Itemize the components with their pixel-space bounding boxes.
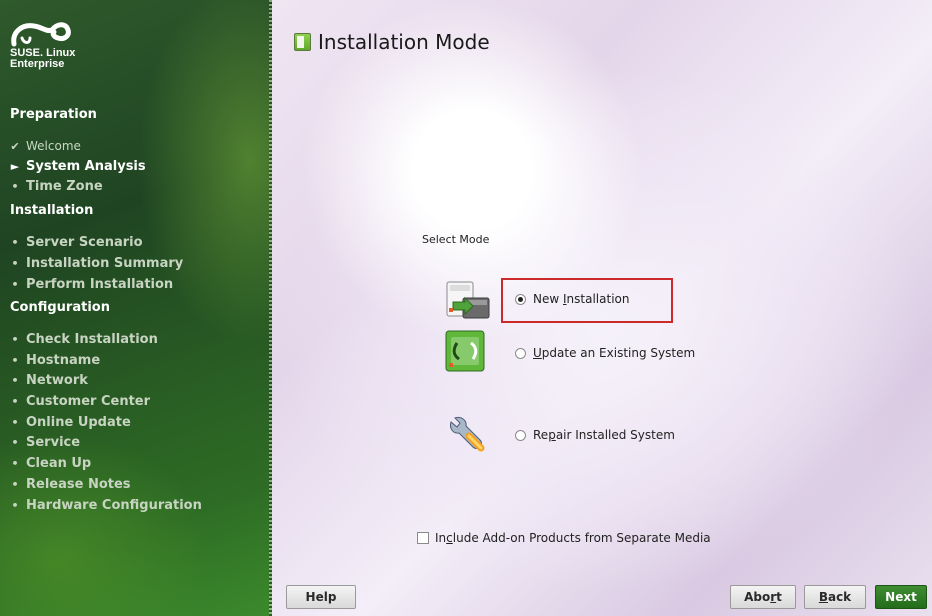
help-button[interactable]: Help bbox=[286, 585, 356, 609]
chameleon-icon bbox=[11, 22, 71, 47]
bullet-icon: • bbox=[11, 395, 19, 408]
update-system-radio[interactable] bbox=[515, 347, 526, 359]
step-perform-installation: • Perform Installation bbox=[10, 277, 173, 292]
option-repair-system[interactable]: Repair Installed System bbox=[515, 428, 675, 442]
step-label: Check Installation bbox=[26, 332, 158, 347]
update-system-icon bbox=[445, 330, 485, 372]
new-installation-label: New Installation bbox=[533, 292, 630, 306]
step-hostname: • Hostname bbox=[10, 353, 100, 368]
step-label: Hardware Configuration bbox=[26, 498, 202, 513]
step-installation-summary: • Installation Summary bbox=[10, 256, 183, 271]
option-update-system[interactable]: Update an Existing System bbox=[515, 346, 695, 360]
select-mode-label: Select Mode bbox=[422, 233, 490, 246]
step-label: Hostname bbox=[26, 353, 101, 368]
step-clean-up: • Clean Up bbox=[10, 456, 91, 471]
step-label: Clean Up bbox=[26, 456, 92, 471]
step-label: Customer Center bbox=[26, 394, 151, 409]
addon-products-checkbox[interactable] bbox=[417, 532, 429, 544]
step-server-scenario: • Server Scenario bbox=[10, 235, 143, 250]
bullet-icon: • bbox=[11, 236, 19, 249]
addon-products-checkbox-row[interactable]: Include Add-on Products from Separate Me… bbox=[417, 531, 711, 545]
brand-name: SUSE. Linux Enterprise bbox=[10, 47, 76, 70]
page-title: Installation Mode bbox=[318, 30, 490, 54]
step-label: Installation Summary bbox=[26, 256, 184, 271]
repair-system-radio[interactable] bbox=[515, 429, 526, 441]
checkmark-icon: ✔ bbox=[10, 139, 20, 153]
step-hardware-configuration: • Hardware Configuration bbox=[10, 498, 202, 513]
repair-system-label: Repair Installed System bbox=[533, 428, 675, 442]
step-time-zone: • Time Zone bbox=[10, 179, 103, 194]
addon-products-label: Include Add-on Products from Separate Me… bbox=[435, 531, 711, 545]
step-label: Time Zone bbox=[26, 179, 103, 194]
step-welcome: ✔ Welcome bbox=[10, 139, 81, 153]
current-arrow-icon: ► bbox=[10, 160, 20, 173]
step-network: • Network bbox=[10, 373, 88, 388]
bullet-icon: • bbox=[11, 354, 19, 367]
step-label: Service bbox=[26, 435, 81, 450]
step-check-installation: • Check Installation bbox=[10, 332, 158, 347]
new-installation-radio[interactable] bbox=[515, 293, 526, 305]
step-service: • Service bbox=[10, 435, 80, 450]
step-label: Network bbox=[26, 373, 88, 388]
section-title-preparation: Preparation bbox=[10, 107, 97, 122]
section-title-installation: Installation bbox=[10, 203, 94, 218]
back-button[interactable]: Back bbox=[804, 585, 866, 609]
step-label: Server Scenario bbox=[26, 235, 143, 250]
bullet-icon: • bbox=[11, 257, 19, 270]
sidebar: SUSE. Linux Enterprise Preparation ✔ Wel… bbox=[0, 0, 272, 616]
step-label: Online Update bbox=[26, 415, 131, 430]
new-installation-icon bbox=[446, 281, 490, 319]
installation-mode-title-icon bbox=[294, 33, 311, 51]
step-label: Perform Installation bbox=[26, 277, 174, 292]
bullet-icon: • bbox=[11, 478, 19, 491]
main-panel: Installation Mode Select Mode New Instal… bbox=[272, 0, 932, 616]
update-system-label: Update an Existing System bbox=[533, 346, 696, 360]
step-label: Welcome bbox=[26, 139, 81, 153]
abort-button[interactable]: Abo r t bbox=[730, 585, 796, 609]
bullet-icon: • bbox=[11, 333, 19, 346]
step-system-analysis: ► System Analysis bbox=[10, 159, 146, 174]
bullet-icon: • bbox=[11, 180, 19, 193]
bullet-icon: • bbox=[11, 374, 19, 387]
bullet-icon: • bbox=[11, 499, 19, 512]
section-title-configuration: Configuration bbox=[10, 300, 110, 315]
repair-system-icon bbox=[450, 417, 485, 452]
step-label: System Analysis bbox=[26, 159, 146, 174]
bullet-icon: • bbox=[11, 436, 19, 449]
step-customer-center: • Customer Center bbox=[10, 394, 150, 409]
bullet-icon: • bbox=[11, 457, 19, 470]
bullet-icon: • bbox=[11, 416, 19, 429]
step-label: Release Notes bbox=[26, 477, 131, 492]
step-release-notes: • Release Notes bbox=[10, 477, 131, 492]
option-new-installation[interactable]: New Installation bbox=[515, 292, 629, 306]
step-online-update: • Online Update bbox=[10, 415, 131, 430]
bullet-icon: • bbox=[11, 278, 19, 291]
next-button[interactable]: Next bbox=[875, 585, 927, 609]
